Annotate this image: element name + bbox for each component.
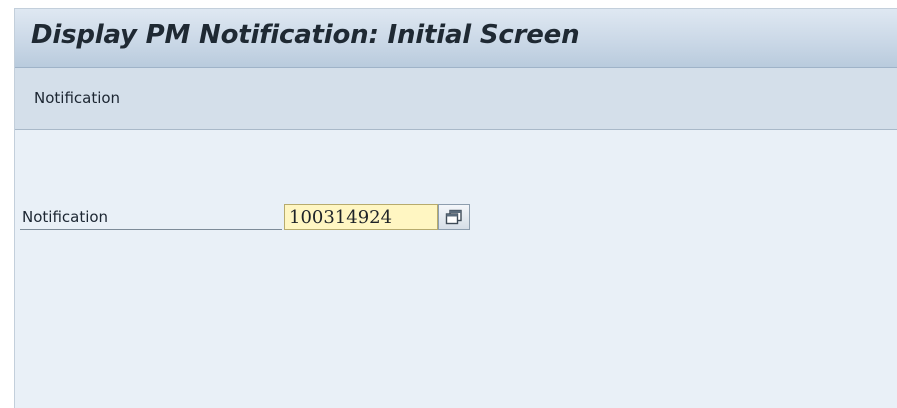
- value-help-icon: [445, 209, 462, 225]
- page-title: Display PM Notification: Initial Screen: [31, 20, 580, 50]
- notification-label: Notification: [20, 204, 282, 230]
- notification-field-row: Notification: [20, 204, 476, 230]
- menu-bar: Notification: [15, 68, 897, 130]
- title-bar: Display PM Notification: Initial Screen: [15, 9, 897, 68]
- menu-item-notification[interactable]: Notification: [34, 89, 120, 107]
- value-help-button[interactable]: [438, 204, 470, 230]
- notification-input[interactable]: [284, 204, 438, 230]
- sap-window: Display PM Notification: Initial Screen …: [14, 8, 897, 408]
